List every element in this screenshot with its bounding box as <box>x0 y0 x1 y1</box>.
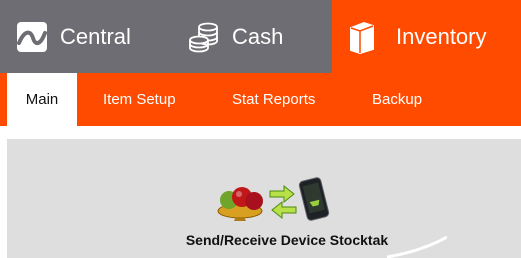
coins-icon <box>188 21 220 53</box>
top-nav-bar: Central Cash Inventory <box>0 0 521 73</box>
tab-inventory-label: Inventory <box>396 23 487 49</box>
fruit-bowl-phone-sync-icon <box>212 175 352 230</box>
send-receive-stocktake-button[interactable]: Send/Receive Device Stocktak <box>157 169 417 255</box>
box-icon <box>348 20 376 54</box>
subtab-backup[interactable]: Backup <box>372 73 422 126</box>
tab-inventory[interactable]: Inventory <box>332 0 521 73</box>
main-content-panel: Send/Receive Device Stocktak <box>7 139 521 258</box>
tab-cash-label: Cash <box>232 23 284 49</box>
tab-central[interactable]: Central <box>16 0 131 73</box>
central-logo-icon <box>16 21 48 53</box>
decorative-curve <box>387 235 447 258</box>
tab-cash[interactable]: Cash <box>188 0 283 73</box>
subtab-main[interactable]: Main <box>7 73 77 126</box>
subtab-item-setup[interactable]: Item Setup <box>103 73 176 126</box>
stocktake-button-label: Send/Receive Device Stocktak <box>185 232 389 248</box>
tab-central-label: Central <box>60 23 131 49</box>
subtab-stat-reports[interactable]: Stat Reports <box>232 73 315 126</box>
sub-nav-bar: Main Item Setup Stat Reports Backup <box>0 73 521 126</box>
